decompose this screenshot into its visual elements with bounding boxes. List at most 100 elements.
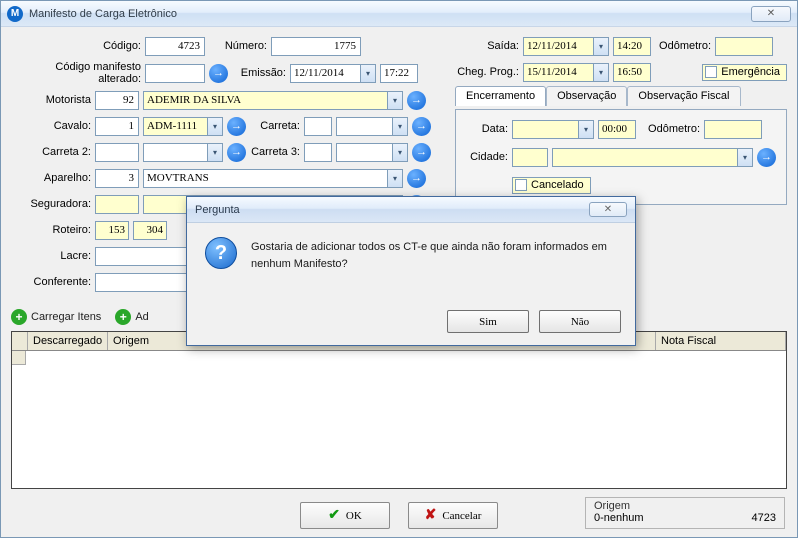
- tab-encerramento[interactable]: Encerramento: [455, 86, 546, 106]
- motorista-cod-field[interactable]: [95, 91, 139, 110]
- label-seguradora: Seguradora:: [11, 198, 91, 210]
- origin-label: Origem: [594, 500, 776, 512]
- aparelho-combo[interactable]: MOVTRANS▾: [143, 169, 403, 188]
- app-icon: M: [7, 6, 23, 22]
- tab-panel: Data: ▾ Odômetro: Cidade: ▾ →: [455, 109, 787, 205]
- carreta-cod-field[interactable]: [304, 117, 332, 136]
- seguradora-cod-field[interactable]: [95, 195, 139, 214]
- enc-odometro-field[interactable]: [704, 120, 762, 139]
- label-carreta: Carreta:: [250, 120, 300, 132]
- cidade-cod-field[interactable]: [512, 148, 548, 167]
- numero-field[interactable]: [271, 37, 361, 56]
- origin-number: 4723: [752, 512, 776, 524]
- origin-panel: Origem 0-nenhum 4723: [585, 497, 785, 529]
- adicionar-button[interactable]: + Ad: [115, 309, 148, 325]
- emissao-date-combo[interactable]: 12/11/2014▾: [290, 64, 376, 83]
- main-window: M Manifesto de Carga Eletrônico ✕ Código…: [0, 0, 798, 538]
- cancelado-checkbox[interactable]: Cancelado: [512, 177, 591, 194]
- titlebar: M Manifesto de Carga Eletrônico ✕: [1, 1, 797, 27]
- cidade-go-button[interactable]: →: [757, 148, 776, 167]
- chevron-down-icon: ▾: [360, 65, 375, 82]
- emissao-time-field[interactable]: [380, 64, 418, 83]
- carreta2-cod-field[interactable]: [95, 143, 139, 162]
- odometro-field[interactable]: [715, 37, 773, 56]
- dialog-titlebar: Pergunta ✕: [187, 197, 635, 223]
- carreta3-go-button[interactable]: →: [412, 143, 431, 162]
- window-title: Manifesto de Carga Eletrônico: [29, 8, 751, 20]
- label-conferente: Conferente:: [11, 276, 91, 288]
- chevron-down-icon: ▾: [737, 149, 752, 166]
- grid-body[interactable]: [12, 351, 786, 488]
- codigo-field[interactable]: [145, 37, 205, 56]
- carregar-itens-button[interactable]: + Carregar Itens: [11, 309, 101, 325]
- label-odometro2: Odômetro:: [640, 123, 700, 135]
- ok-button[interactable]: ✔ OK: [300, 502, 390, 529]
- cidade-combo[interactable]: ▾: [552, 148, 753, 167]
- carreta3-cod-field[interactable]: [304, 143, 332, 162]
- dialog-yes-button[interactable]: Sim: [447, 310, 529, 333]
- label-cavalo: Cavalo:: [11, 120, 91, 132]
- tab-observacao[interactable]: Observação: [546, 86, 627, 106]
- grid-col-nota-fiscal[interactable]: Nota Fiscal: [656, 332, 786, 350]
- label-data: Data:: [466, 123, 508, 135]
- enc-time-field[interactable]: [598, 120, 636, 139]
- enc-date-combo[interactable]: ▾: [512, 120, 594, 139]
- carreta2-combo[interactable]: ▾: [143, 143, 223, 162]
- aparelho-go-button[interactable]: →: [407, 169, 426, 188]
- carreta2-go-button[interactable]: →: [227, 143, 246, 162]
- label-motorista: Motorista: [11, 94, 91, 106]
- label-roteiro: Roteiro:: [11, 224, 91, 236]
- chevron-down-icon: ▾: [392, 144, 407, 161]
- roteiro2-field[interactable]: [133, 221, 167, 240]
- motorista-go-button[interactable]: →: [407, 91, 426, 110]
- tab-obs-fiscal[interactable]: Observação Fiscal: [627, 86, 740, 106]
- motorista-combo[interactable]: ADEMIR DA SILVA▾: [143, 91, 403, 110]
- label-cidade: Cidade:: [466, 151, 508, 163]
- lacre-field[interactable]: [95, 247, 189, 266]
- chevron-down-icon: ▾: [207, 144, 222, 161]
- plus-icon: +: [11, 309, 27, 325]
- cavalo-cod-field[interactable]: [95, 117, 139, 136]
- cancel-button[interactable]: ✘ Cancelar: [408, 502, 498, 529]
- roteiro1-field[interactable]: [95, 221, 129, 240]
- cavalo-plate-combo[interactable]: ADM-1111▾: [143, 117, 223, 136]
- label-lacre: Lacre:: [11, 250, 91, 262]
- label-emissao: Emissão:: [232, 67, 286, 79]
- carreta-combo[interactable]: ▾: [336, 117, 408, 136]
- codigo-alt-field[interactable]: [145, 64, 205, 83]
- aparelho-cod-field[interactable]: [95, 169, 139, 188]
- grid-row-selector: [12, 332, 28, 350]
- label-odometro: Odômetro:: [655, 40, 711, 52]
- saida-time-field[interactable]: [613, 37, 651, 56]
- chevron-down-icon: ▾: [593, 64, 608, 81]
- carreta-go-button[interactable]: →: [412, 117, 431, 136]
- label-codigo: Código:: [11, 40, 141, 52]
- saida-date-combo[interactable]: 12/11/2014▾: [523, 37, 609, 56]
- chevron-down-icon: ▾: [593, 38, 608, 55]
- dialog-message: Gostaria de adicionar todos os CT-e que …: [251, 237, 619, 304]
- dialog-no-button[interactable]: Não: [539, 310, 621, 333]
- chevron-down-icon: ▾: [578, 121, 593, 138]
- chevron-down-icon: ▾: [392, 118, 407, 135]
- dialog-close-button[interactable]: ✕: [589, 202, 627, 217]
- carreta3-combo[interactable]: ▾: [336, 143, 408, 162]
- question-dialog: Pergunta ✕ ? Gostaria de adicionar todos…: [186, 196, 636, 346]
- cheg-time-field[interactable]: [613, 63, 651, 82]
- grid-col-descarregado[interactable]: Descarregado: [28, 332, 108, 350]
- items-grid[interactable]: Descarregado Origem Nota Fiscal: [11, 331, 787, 489]
- close-button[interactable]: ✕: [751, 6, 791, 22]
- chevron-down-icon: ▾: [387, 92, 402, 109]
- dialog-title: Pergunta: [195, 204, 589, 216]
- cavalo-go-button[interactable]: →: [227, 117, 246, 136]
- chevron-down-icon: ▾: [387, 170, 402, 187]
- label-codigo-alt: Código manifesto alterado:: [11, 61, 141, 85]
- origin-text: 0-nenhum: [594, 512, 644, 524]
- codigo-alt-go-button[interactable]: →: [209, 64, 228, 83]
- conferente-field[interactable]: [95, 273, 189, 292]
- label-carreta3: Carreta 3:: [250, 146, 300, 158]
- label-saida: Saída:: [455, 40, 519, 52]
- cheg-date-combo[interactable]: 15/11/2014▾: [523, 63, 609, 82]
- emergencia-checkbox[interactable]: Emergência: [702, 64, 787, 81]
- check-icon: ✔: [328, 507, 340, 524]
- question-icon: ?: [205, 237, 237, 269]
